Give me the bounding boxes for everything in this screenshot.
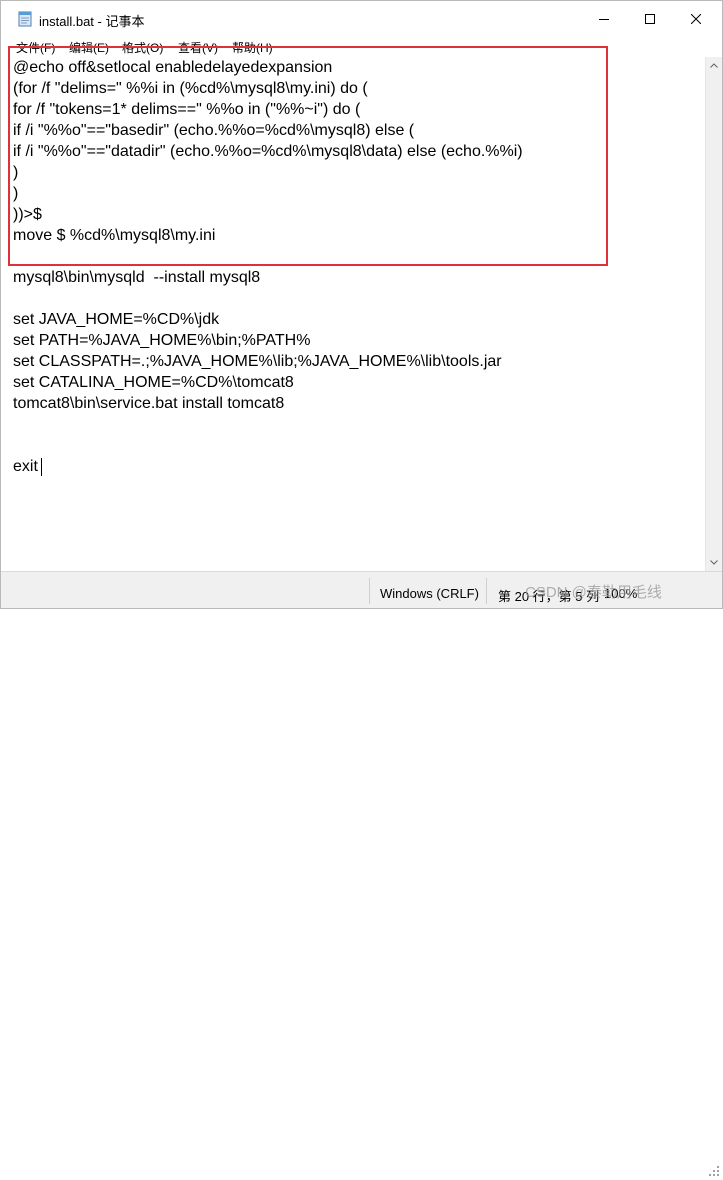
notepad-window: install.bat - 记事本 文件(F) 编辑(E) 格式(O) 查看(V… (0, 0, 723, 1176)
maximize-button[interactable] (627, 1, 673, 37)
close-icon (691, 14, 701, 24)
status-encoding: Windows (CRLF) (380, 586, 479, 601)
maximize-icon (645, 14, 655, 24)
editor-line: ) (13, 164, 19, 181)
menu-edit[interactable]: 编辑(E) (69, 39, 109, 56)
watermark-text: CSDN @泰勒用毛线 (525, 584, 662, 601)
menu-bar: 文件(F) 编辑(E) 格式(O) 查看(V) 帮助(H) (1, 37, 722, 57)
notepad-icon (18, 11, 32, 27)
editor-line: if /i "%%o"=="basedir" (echo.%%o=%cd%\my… (13, 122, 415, 139)
editor-line: move $ %cd%\mysql8\my.ini (13, 227, 216, 244)
menu-view[interactable]: 查看(V) (178, 39, 218, 56)
window-title: install.bat - 记事本 (39, 14, 145, 29)
resize-grip-icon[interactable] (708, 1165, 720, 1177)
editor-line: set JAVA_HOME=%CD%\jdk (13, 311, 220, 328)
menu-format[interactable]: 格式(O) (122, 39, 163, 56)
close-button[interactable] (673, 1, 719, 37)
minimize-button[interactable] (581, 1, 627, 37)
menu-help[interactable]: 帮助(H) (232, 39, 273, 56)
editor-line: ))>$ (13, 206, 42, 223)
scroll-down-button[interactable] (706, 554, 722, 571)
chevron-down-icon (710, 560, 718, 565)
status-divider (486, 578, 487, 604)
editor-line: tomcat8\bin\service.bat install tomcat8 (13, 395, 285, 412)
editor-line: mysql8\bin\mysqld --install mysql8 (13, 269, 261, 286)
editor-line: set CATALINA_HOME=%CD%\tomcat8 (13, 374, 294, 391)
scroll-up-button[interactable] (706, 57, 722, 74)
editor-line: set CLASSPATH=.;%JAVA_HOME%\lib;%JAVA_HO… (13, 353, 502, 370)
editor-line: ) (13, 185, 19, 202)
text-caret (41, 458, 42, 476)
editor-line: if /i "%%o"=="datadir" (echo.%%o=%cd%\my… (13, 143, 523, 160)
text-editor[interactable]: @echo off&setlocal enabledelayedexpansio… (1, 57, 705, 571)
status-divider (369, 578, 370, 604)
chevron-up-icon (710, 63, 718, 68)
title-bar[interactable]: install.bat - 记事本 (1, 1, 722, 37)
editor-line: set PATH=%JAVA_HOME%\bin;%PATH% (13, 332, 311, 349)
menu-file[interactable]: 文件(F) (16, 39, 55, 56)
editor-line: (for /f "delims=" %%i in (%cd%\mysql8\my… (13, 80, 368, 97)
editor-line: for /f "tokens=1* delims==" %%o in ("%%~… (13, 101, 361, 118)
editor-line: @echo off&setlocal enabledelayedexpansio… (13, 59, 333, 76)
editor-line: exit (13, 458, 38, 475)
vertical-scrollbar[interactable] (705, 57, 722, 571)
minimize-icon (599, 19, 609, 20)
